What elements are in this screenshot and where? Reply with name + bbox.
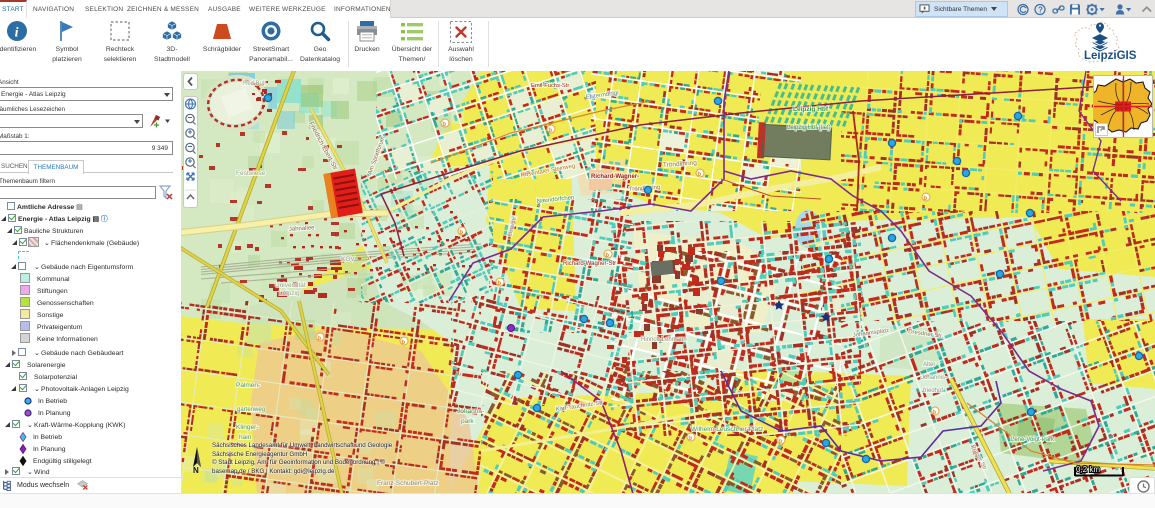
svg-text:Klinger-: Klinger-	[236, 424, 258, 431]
svg-text:Palmen-: Palmen-	[236, 382, 260, 389]
svg-text:b: b	[459, 230, 463, 236]
svg-text:b: b	[497, 281, 501, 287]
svg-text:Wilhelm-Leuschner-Platz: Wilhelm-Leuschner-Platz	[691, 426, 763, 433]
svg-text:Red Bull: Red Bull	[243, 81, 266, 87]
svg-text:hain: hain	[239, 434, 252, 441]
svg-text:b: b	[401, 340, 405, 346]
svg-text:b: b	[548, 128, 552, 134]
svg-text:b: b	[697, 172, 701, 178]
svg-text:Leipzig Hbf (tief): Leipzig Hbf (tief)	[787, 125, 831, 131]
svg-text:Johanna-: Johanna-	[457, 408, 484, 415]
svg-text:b: b	[778, 439, 782, 445]
svg-text:friedhof: friedhof	[923, 388, 943, 394]
svg-text:Richard-Wagner-: Richard-Wagner-	[591, 174, 639, 180]
svg-text:0,2 km: 0,2 km	[1076, 465, 1100, 474]
svg-text:b: b	[442, 122, 446, 128]
svg-text:b: b	[932, 410, 936, 416]
svg-text:Emil-Fuchs-Str: Emil-Fuchs-Str	[531, 83, 569, 89]
svg-text:LeipziGIS: LeipziGIS	[1084, 50, 1137, 62]
svg-text:Festwiese: Festwiese	[236, 170, 266, 177]
svg-text:Hinrich-Lehmann: Hinrich-Lehmann	[641, 337, 687, 343]
svg-text:N: N	[193, 466, 199, 474]
svg-text:b: b	[923, 196, 927, 202]
svg-text:Johannis-: Johannis-	[921, 375, 947, 381]
svg-text:park: park	[461, 418, 474, 425]
svg-text:Richard-Wagner-Str: Richard-Wagner-Str	[563, 261, 616, 267]
svg-text:Alter: Alter	[923, 362, 935, 368]
svg-text:i: i	[15, 26, 19, 41]
svg-text:gartenweg: gartenweg	[237, 407, 265, 413]
svg-text:Franz-Schubert-Platz: Franz-Schubert-Platz	[377, 480, 438, 487]
svg-text:?: ?	[1038, 5, 1043, 14]
svg-text:Lene-Voigt-Park: Lene-Voigt-Park	[1011, 437, 1055, 443]
svg-text:Leipzig Hbf: Leipzig Hbf	[793, 106, 829, 113]
svg-text:Leipzig: Leipzig	[279, 290, 300, 297]
svg-text:b: b	[688, 436, 692, 442]
svg-text:KGV: KGV	[341, 256, 355, 263]
svg-text:Universität: Universität	[275, 282, 306, 289]
svg-text:b: b	[605, 253, 609, 259]
svg-text:b: b	[317, 336, 321, 342]
